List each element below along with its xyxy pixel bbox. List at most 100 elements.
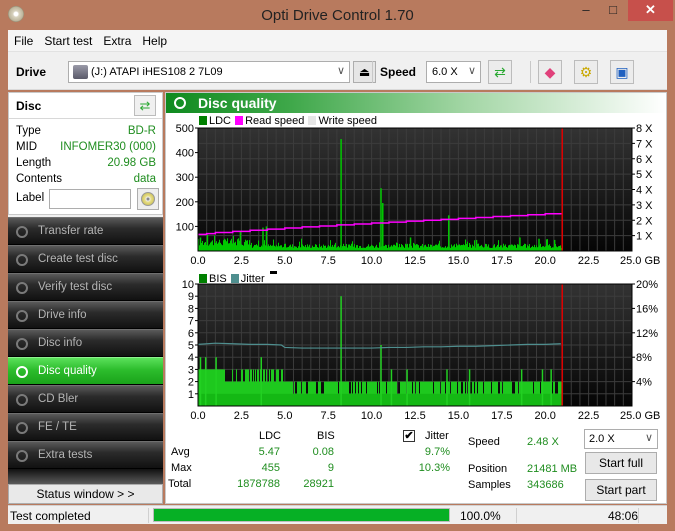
- nav-disc-info[interactable]: Disc info: [8, 329, 163, 357]
- ldc-bar: [354, 244, 355, 251]
- ldc-bar: [401, 244, 402, 251]
- menu-file[interactable]: File: [8, 30, 38, 48]
- disc-label-input[interactable]: [49, 189, 131, 209]
- status-window-button[interactable]: Status window > >: [8, 484, 163, 504]
- nav-transfer-rate[interactable]: Transfer rate: [8, 217, 163, 245]
- ldc-spike: [199, 237, 202, 251]
- ldc-bar: [375, 246, 376, 251]
- ldc-bar: [344, 245, 345, 251]
- nav-fe-te[interactable]: FE / TE: [8, 413, 163, 441]
- ldc-bar: [502, 247, 503, 251]
- ldc-bar: [487, 246, 488, 251]
- ldc-bar: [277, 246, 278, 251]
- speed-select[interactable]: 6.0 X ∨: [426, 61, 481, 83]
- ldc-bar: [511, 244, 512, 251]
- erase-button[interactable]: ◆: [538, 60, 562, 84]
- nav-label: Create test disc: [38, 253, 118, 265]
- ldc-bar: [234, 242, 235, 251]
- y-tick-label: 7: [188, 316, 194, 328]
- ldc-bar: [546, 239, 547, 251]
- drive-select[interactable]: (J:) ATAPI iHES108 2 7L09 ∨: [68, 61, 350, 83]
- disc-length-value: 20.98 GB: [107, 157, 156, 169]
- y-tick-label: 8: [188, 303, 194, 315]
- ldc-bar: [467, 241, 468, 251]
- ldc-bar: [303, 245, 304, 251]
- ldc-bar: [324, 245, 325, 251]
- ldc-bar: [534, 244, 535, 251]
- ldc-bar: [441, 247, 442, 251]
- ldc-bar: [317, 247, 318, 251]
- ldc-bar: [389, 247, 390, 251]
- ldc-bar: [455, 247, 456, 251]
- sidebar: Disc ⇄ Type BD-R MID INFOMER30 (000) Len…: [8, 92, 163, 504]
- ldc-bar: [510, 245, 511, 251]
- jitter-checkbox[interactable]: ✔: [403, 430, 415, 442]
- nav-verify-test-disc[interactable]: Verify test disc: [8, 273, 163, 301]
- start-full-button[interactable]: Start full: [585, 452, 657, 474]
- ldc-bar: [246, 240, 247, 251]
- ldc-bar: [521, 246, 522, 251]
- y2-tick-label: 2 X: [636, 215, 653, 227]
- ldc-bar: [209, 244, 210, 251]
- ldc-bar: [536, 245, 537, 251]
- ldc-bar: [290, 244, 291, 251]
- minimize-button[interactable]: –: [573, 0, 599, 21]
- disc-info-icon: [16, 338, 28, 350]
- ldc-spike: [538, 238, 540, 251]
- ldc-bar: [363, 247, 364, 251]
- ldc-bar: [224, 238, 225, 251]
- ldc-bar: [503, 243, 504, 251]
- ldc-bar: [497, 244, 498, 251]
- ldc-bar: [421, 245, 422, 251]
- label-text: Label: [16, 192, 45, 204]
- disc-quality-icon: [16, 366, 28, 378]
- x-tick-label: 20.0: [534, 255, 555, 267]
- ldc-bar: [499, 247, 500, 251]
- nav-drive-info[interactable]: Drive info: [8, 301, 163, 329]
- ldc-bar: [294, 246, 295, 251]
- ldc-bar: [437, 245, 438, 251]
- ldc-bar: [444, 247, 445, 251]
- menu-extra[interactable]: Extra: [97, 30, 136, 48]
- settings-button[interactable]: ⚙: [574, 60, 598, 84]
- close-button[interactable]: ✕: [628, 0, 673, 21]
- ldc-bar: [325, 245, 326, 251]
- ldc-bar: [312, 245, 313, 251]
- disc-label-button[interactable]: [137, 188, 159, 210]
- menu-help[interactable]: Help: [136, 30, 172, 48]
- start-part-button[interactable]: Start part: [585, 479, 657, 501]
- nav-extra-tests[interactable]: Extra tests: [8, 441, 163, 469]
- ldc-bar: [220, 242, 221, 251]
- disc-refresh-button[interactable]: ⇄: [134, 95, 156, 116]
- disc-type-key: Type: [16, 125, 41, 137]
- status-divider: [638, 508, 639, 523]
- y2-tick-label: 8 X: [636, 123, 653, 135]
- test-speed-select[interactable]: 2.0 X ∨: [584, 429, 658, 449]
- nav-disc-quality[interactable]: Disc quality: [8, 357, 163, 385]
- ldc-bar: [438, 243, 439, 251]
- nav-cd-bler[interactable]: CD Bler: [8, 385, 163, 413]
- ldc-bar: [244, 242, 245, 251]
- x-tick-label: 5.0: [277, 255, 292, 267]
- refresh-button[interactable]: ⇄: [488, 60, 512, 84]
- ldc-bar: [469, 243, 470, 251]
- ldc-bar: [368, 244, 369, 251]
- ldc-bar: [451, 244, 452, 251]
- ldc-bar: [394, 244, 395, 251]
- ldc-bar: [470, 244, 471, 251]
- ldc-bar: [417, 244, 418, 251]
- y-tick-label: 4: [188, 352, 194, 364]
- ldc-bar: [264, 240, 265, 251]
- chevron-down-icon: ∨: [644, 432, 653, 444]
- ldc-bar: [557, 247, 558, 251]
- x-tick-label: 17.5: [491, 255, 512, 267]
- menu-start-test[interactable]: Start test: [38, 30, 97, 48]
- x-tick-label: 0.0: [190, 410, 205, 422]
- x-tick-label: 17.5: [491, 410, 512, 422]
- maximize-button[interactable]: □: [600, 0, 626, 21]
- ldc-bar: [485, 243, 486, 251]
- save-button[interactable]: ▣: [610, 60, 634, 84]
- nav-create-test-disc[interactable]: Create test disc: [8, 245, 163, 273]
- progress-fill: [154, 509, 449, 521]
- ldc-bar: [481, 244, 482, 251]
